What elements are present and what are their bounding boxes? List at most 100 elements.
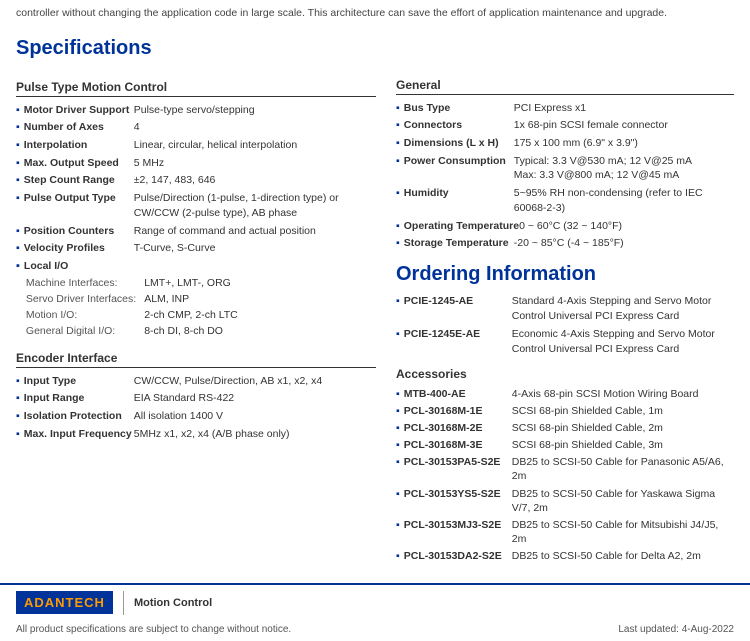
list-item: Connectors 1x 68-pin SCSI female connect… <box>396 118 734 133</box>
acc-key: MTB-400-AE <box>404 387 512 401</box>
spec-val: CW/CCW, Pulse/Direction, AB x1, x2, x4 <box>134 374 322 389</box>
list-item: Motor Driver Support Pulse-type servo/st… <box>16 103 376 118</box>
spec-val: EIA Standard RS-422 <box>134 391 234 406</box>
order-key: PCIE-1245E-AE <box>404 327 512 342</box>
general-section-title: General <box>396 78 734 95</box>
left-column: Pulse Type Motion Control Motor Driver S… <box>16 70 376 567</box>
list-item: PCIE-1245E-AE Economic 4-Axis Stepping a… <box>396 327 734 356</box>
spec-key: Isolation Protection <box>24 409 134 424</box>
spec-key: Input Type <box>24 374 134 389</box>
spec-val: 5 MHz <box>134 156 164 171</box>
spec-key: Storage Temperature <box>404 236 514 251</box>
io-label: Motion I/O: <box>26 308 142 322</box>
table-row: General Digital I/O: 8-ch DI, 8-ch DO <box>26 324 244 338</box>
list-item: Dimensions (L x H) 175 x 100 mm (6.9" x … <box>396 136 734 151</box>
general-spec-list: Bus Type PCI Express x1 Connectors 1x 68… <box>396 101 734 251</box>
spec-key: Position Counters <box>24 224 134 239</box>
pulse-spec-list: Motor Driver Support Pulse-type servo/st… <box>16 103 376 256</box>
footer-bottom: All product specifications are subject t… <box>0 621 750 641</box>
banner-text: controller without changing the applicat… <box>16 6 734 21</box>
io-value: 8-ch DI, 8-ch DO <box>144 324 244 338</box>
footer: ADANTECH Motion Control <box>0 583 750 621</box>
list-item: Max. Output Speed 5 MHz <box>16 156 376 171</box>
list-item: Storage Temperature -20 ~ 85°C (-4 ~ 185… <box>396 236 734 251</box>
spec-val: Pulse/Direction (1-pulse, 1-direction ty… <box>134 191 376 220</box>
encoder-spec-list: Input Type CW/CCW, Pulse/Direction, AB x… <box>16 374 376 442</box>
acc-key: PCL-30153MJ3-S2E <box>404 518 512 532</box>
spec-key: Velocity Profiles <box>24 241 134 256</box>
list-item: PCL-30168M-1E SCSI 68-pin Shielded Cable… <box>396 404 734 418</box>
io-value: 2-ch CMP, 2-ch LTC <box>144 308 244 322</box>
acc-key: PCL-30168M-2E <box>404 421 512 435</box>
acc-val: SCSI 68-pin Shielded Cable, 1m <box>512 404 663 418</box>
order-val: Standard 4-Axis Stepping and Servo Motor… <box>512 294 734 323</box>
list-item: PCL-30153DA2-S2E DB25 to SCSI-50 Cable f… <box>396 549 734 563</box>
acc-key: PCL-30153DA2-S2E <box>404 549 512 563</box>
spec-val: Linear, circular, helical interpolation <box>134 138 297 153</box>
acc-val: DB25 to SCSI-50 Cable for Mitsubishi J4/… <box>512 518 734 546</box>
acc-key: PCL-30168M-1E <box>404 404 512 418</box>
encoder-section-title: Encoder Interface <box>16 351 376 368</box>
order-val: Economic 4-Axis Stepping and Servo Motor… <box>512 327 734 356</box>
acc-val: SCSI 68-pin Shielded Cable, 3m <box>512 438 663 452</box>
list-item: PCL-30153MJ3-S2E DB25 to SCSI-50 Cable f… <box>396 518 734 546</box>
right-column: General Bus Type PCI Express x1 Connecto… <box>396 70 734 567</box>
list-item: Operating Temperature 0 ~ 60°C (32 ~ 140… <box>396 219 734 234</box>
spec-val: T-Curve, S-Curve <box>134 241 216 256</box>
logo-text: AD <box>24 595 45 610</box>
list-item: Velocity Profiles T-Curve, S-Curve <box>16 241 376 256</box>
list-item: PCIE-1245-AE Standard 4-Axis Stepping an… <box>396 294 734 323</box>
spec-val: 4 <box>134 120 140 135</box>
spec-key: Dimensions (L x H) <box>404 136 514 151</box>
list-item: PCL-30153YS5-S2E DB25 to SCSI-50 Cable f… <box>396 487 734 515</box>
table-row: Servo Driver Interfaces: ALM, INP <box>26 292 244 306</box>
local-io-label: Local I/O <box>24 260 68 272</box>
spec-key: Step Count Range <box>24 173 134 188</box>
list-item: MTB-400-AE 4-Axis 68-pin SCSI Motion Wir… <box>396 387 734 401</box>
spec-val: 175 x 100 mm (6.9" x 3.9") <box>514 136 638 151</box>
logo-highlight: ANTECH <box>45 595 105 610</box>
acc-val: SCSI 68-pin Shielded Cable, 2m <box>512 421 663 435</box>
list-item: PCL-30168M-3E SCSI 68-pin Shielded Cable… <box>396 438 734 452</box>
accessories-section-title: Accessories <box>396 367 734 381</box>
spec-key: Max. Output Speed <box>24 156 134 171</box>
list-item: Bus Type PCI Express x1 <box>396 101 734 116</box>
table-row: Motion I/O: 2-ch CMP, 2-ch LTC <box>26 308 244 322</box>
spec-val: 0 ~ 60°C (32 ~ 140°F) <box>519 219 622 234</box>
io-sub-table: Machine Interfaces: LMT+, LMT-, ORG Serv… <box>24 274 246 341</box>
io-label: Servo Driver Interfaces: <box>26 292 142 306</box>
acc-key: PCL-30153YS5-S2E <box>404 487 512 501</box>
io-value: ALM, INP <box>144 292 244 306</box>
spec-val: All isolation 1400 V <box>134 409 223 424</box>
spec-key: Motor Driver Support <box>24 103 134 118</box>
list-item: Position Counters Range of command and a… <box>16 224 376 239</box>
local-io-item: Local I/O Machine Interfaces: LMT+, LMT-… <box>16 260 376 341</box>
acc-key: PCL-30153PA5-S2E <box>404 455 512 469</box>
ordering-list: PCIE-1245-AE Standard 4-Axis Stepping an… <box>396 294 734 357</box>
list-item: Humidity 5~95% RH non-condensing (refer … <box>396 186 734 215</box>
footer-divider <box>123 591 124 615</box>
list-item: Max. Input Frequency 5MHz x1, x2, x4 (A/… <box>16 427 376 442</box>
acc-val: DB25 to SCSI-50 Cable for Panasonic A5/A… <box>512 455 734 483</box>
acc-val: DB25 to SCSI-50 Cable for Yaskawa Sigma … <box>512 487 734 515</box>
acc-val: DB25 to SCSI-50 Cable for Delta A2, 2m <box>512 549 701 563</box>
order-key: PCIE-1245-AE <box>404 294 512 309</box>
list-item: Step Count Range ±2, 147, 483, 646 <box>16 173 376 188</box>
spec-key: Interpolation <box>24 138 134 153</box>
footer-section-label: Motion Control <box>134 597 212 609</box>
spec-key: Bus Type <box>404 101 514 116</box>
table-row: Machine Interfaces: LMT+, LMT-, ORG <box>26 276 244 290</box>
footer-note-left: All product specifications are subject t… <box>16 624 291 635</box>
list-item: Input Type CW/CCW, Pulse/Direction, AB x… <box>16 374 376 389</box>
spec-key: Connectors <box>404 118 514 133</box>
io-label: General Digital I/O: <box>26 324 142 338</box>
spec-val: ±2, 147, 483, 646 <box>134 173 216 188</box>
list-item: Number of Axes 4 <box>16 120 376 135</box>
footer-logo: ADANTECH <box>16 591 113 614</box>
spec-key: Input Range <box>24 391 134 406</box>
pulse-section-title: Pulse Type Motion Control <box>16 80 376 97</box>
list-item: PCL-30153PA5-S2E DB25 to SCSI-50 Cable f… <box>396 455 734 483</box>
list-item: Input Range EIA Standard RS-422 <box>16 391 376 406</box>
spec-key: Power Consumption <box>404 154 514 169</box>
local-io-inner: Local I/O Machine Interfaces: LMT+, LMT-… <box>24 260 246 341</box>
